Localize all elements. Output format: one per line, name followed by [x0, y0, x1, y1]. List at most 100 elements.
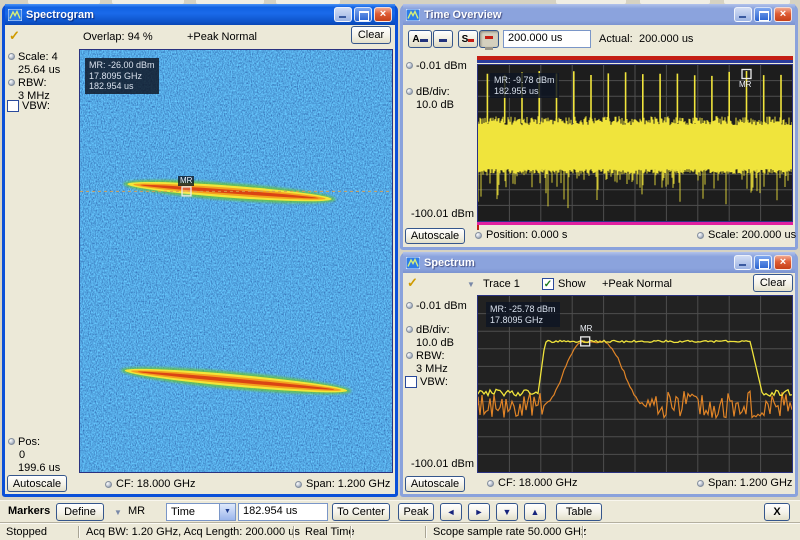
position-indicator-bar[interactable]: [477, 222, 793, 225]
center-frequency-setting[interactable]: CF: 18.000 GHz: [116, 478, 195, 490]
peak-right-icon[interactable]: ►: [468, 503, 490, 521]
marker-mr-label[interactable]: MR: [737, 80, 753, 90]
detector-mode-label[interactable]: +Peak Normal: [602, 278, 672, 290]
dbdiv-label[interactable]: dB/div:: [416, 86, 450, 98]
peak-down-icon[interactable]: ▼: [496, 503, 518, 521]
red-dash-icon: [485, 36, 493, 39]
top-level-setting[interactable]: -0.01 dBm: [416, 300, 467, 312]
spectrogram-title: Spectrogram: [26, 9, 334, 21]
trace-dropdown-icon[interactable]: ▼: [467, 280, 475, 289]
maximize-icon[interactable]: [354, 7, 372, 22]
markers-toolbar: Markers Define ▼ MR Time ▼ 182.954 us To…: [0, 500, 800, 522]
pos-value: 0: [19, 449, 25, 461]
marker-mr-label[interactable]: MR: [578, 324, 594, 334]
detector-mode-label[interactable]: +Peak Normal: [187, 31, 257, 43]
span-setting[interactable]: Span: 1.200 GHz: [306, 478, 390, 490]
scale-setting[interactable]: Scale: 4: [18, 51, 58, 63]
overlap-setting[interactable]: Overlap: 94 %: [83, 31, 153, 43]
show-checkbox[interactable]: ✓: [542, 278, 554, 290]
minimize-icon[interactable]: [334, 7, 352, 22]
marker-power: MR: -25.78 dBm: [490, 304, 556, 315]
valid-check-icon: ✓: [9, 28, 20, 44]
scale-knob-icon: [8, 53, 15, 60]
scale-setting[interactable]: Scale: 200.000 us: [708, 229, 796, 241]
spectrogram-window: Spectrogram × ✓ Overlap: 94 % +Peak Norm…: [2, 4, 398, 497]
analysis-length-input[interactable]: 200.000 us: [503, 30, 591, 48]
minimize-icon[interactable]: [734, 7, 752, 22]
rbw-label[interactable]: RBW:: [416, 350, 445, 362]
marker-frequency: 17.8095 GHz: [89, 71, 155, 82]
marker-select-dropdown-icon[interactable]: ▼: [114, 508, 122, 517]
offset-tick: [477, 225, 479, 230]
peak-left-icon[interactable]: ◄: [440, 503, 462, 521]
spectrogram-plot[interactable]: [80, 50, 392, 472]
span-setting[interactable]: Span: 1.200 GHz: [708, 477, 792, 489]
analysis-auto-button[interactable]: A: [408, 30, 432, 48]
autoscale-button[interactable]: Autoscale: [405, 228, 465, 244]
rbw-value: 3 MHz: [416, 363, 448, 375]
time-overview-chart[interactable]: MR: -9.78 dBm 182.955 us MR: [477, 64, 793, 222]
vbw-checkbox[interactable]: [405, 376, 417, 388]
maximize-icon[interactable]: [754, 7, 772, 22]
status-divider: [582, 526, 583, 538]
status-divider: [293, 526, 294, 538]
to-center-button[interactable]: To Center: [332, 503, 390, 521]
top-level-knob-icon: [406, 62, 413, 69]
marker-position-input[interactable]: 182.954 us: [238, 503, 328, 521]
marker-table-button[interactable]: Table: [556, 503, 602, 521]
combo-dropdown-icon[interactable]: ▼: [219, 504, 235, 520]
analysis-manual-button[interactable]: [433, 30, 453, 48]
close-icon[interactable]: ×: [774, 255, 792, 270]
spectrum-chart[interactable]: MR: -25.78 dBm 17.8095 GHz MR: [477, 295, 793, 473]
spectrum-time-auto-button[interactable]: S: [458, 30, 478, 48]
close-markers-button[interactable]: X: [764, 503, 790, 521]
autoscale-button[interactable]: Autoscale: [405, 476, 465, 492]
marker-time: 182.954 us: [89, 81, 155, 92]
marker-mr-label[interactable]: MR: [178, 176, 194, 186]
app-window-icon: [406, 9, 420, 21]
clear-button[interactable]: Clear: [351, 26, 391, 44]
peak-button[interactable]: Peak: [398, 503, 434, 521]
clear-button[interactable]: Clear: [753, 274, 793, 292]
time-overview-titlebar[interactable]: Time Overview ×: [403, 4, 795, 25]
maximize-icon[interactable]: [754, 255, 772, 270]
pos-time-value: 199.6 us: [18, 462, 60, 474]
dbdiv-label[interactable]: dB/div:: [416, 324, 450, 336]
time-overview-title: Time Overview: [424, 9, 734, 21]
spectrum-length-bar[interactable]: [477, 60, 793, 63]
vbw-checkbox[interactable]: [7, 100, 19, 112]
spectrum-titlebar[interactable]: Spectrum ×: [403, 252, 795, 273]
scale-time-value: 25.64 us: [18, 64, 60, 76]
marker-type-select[interactable]: Time ▼: [166, 503, 236, 521]
rbw-label[interactable]: RBW:: [18, 77, 47, 89]
analysis-auto-label: A: [412, 34, 419, 45]
span-knob-icon: [295, 481, 302, 488]
close-icon[interactable]: ×: [374, 7, 392, 22]
spectrum-time-manual-button[interactable]: [479, 30, 499, 48]
cf-knob-icon: [105, 481, 112, 488]
center-frequency-setting[interactable]: CF: 18.000 GHz: [498, 477, 577, 489]
scale-knob-icon: [697, 232, 704, 239]
marker-readout: MR: -9.78 dBm 182.955 us: [490, 73, 559, 98]
peak-up-icon[interactable]: ▲: [524, 503, 546, 521]
position-knob-icon: [475, 232, 482, 239]
time-overview-window: Time Overview × A S 200.000 us Actual: 2…: [400, 4, 798, 250]
close-icon[interactable]: ×: [774, 7, 792, 22]
position-setting[interactable]: Position: 0.000 s: [486, 229, 567, 241]
pos-knob-icon: [8, 438, 15, 445]
sample-rate-status: Scope sample rate 50.000 GHz: [433, 526, 586, 538]
span-knob-icon: [697, 480, 704, 487]
top-level-setting[interactable]: -0.01 dBm: [416, 60, 467, 72]
spectrogram-titlebar[interactable]: Spectrogram ×: [5, 4, 395, 25]
marker-frequency: 17.8095 GHz: [490, 315, 556, 326]
trace-selector[interactable]: Trace 1: [483, 278, 520, 290]
define-markers-button[interactable]: Define: [56, 503, 104, 521]
selected-marker-label[interactable]: MR: [128, 505, 145, 517]
autoscale-button[interactable]: Autoscale: [7, 475, 67, 492]
minimize-icon[interactable]: [734, 255, 752, 270]
pos-label[interactable]: Pos:: [18, 436, 40, 448]
status-divider: [425, 526, 426, 538]
grey-dash-icon: [485, 47, 493, 50]
marker-time: 182.955 us: [494, 86, 555, 97]
spectrogram-chart[interactable]: MR: -26.00 dBm 17.8095 GHz 182.954 us MR: [79, 49, 393, 473]
